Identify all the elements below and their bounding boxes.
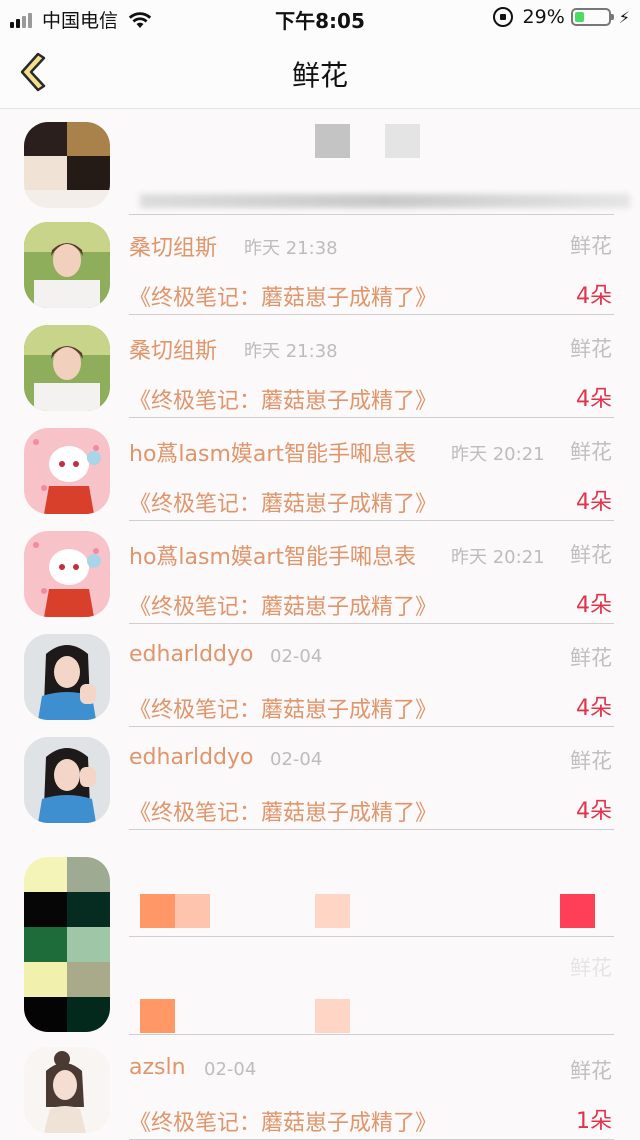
- mosaic-block: [315, 999, 350, 1033]
- gift-type-label: 鲜花: [570, 234, 612, 258]
- flower-count: 4朵: [576, 593, 612, 618]
- list-item-obscured[interactable]: 鲜花: [0, 847, 640, 1035]
- avatar: [24, 1047, 110, 1133]
- book-title[interactable]: 《终极笔记：蘑菇崽子成精了》: [129, 383, 437, 415]
- username[interactable]: azsln: [129, 1055, 186, 1080]
- battery-percent: 29%: [522, 6, 565, 28]
- mosaic-block: [140, 894, 175, 928]
- row-divider: [129, 1034, 614, 1035]
- mosaic-block: [385, 124, 420, 158]
- flower-count: 4朵: [576, 799, 612, 824]
- timestamp: 02-04: [270, 749, 323, 770]
- gift-type-label: 鲜花: [570, 749, 612, 773]
- flower-count: 4朵: [576, 696, 612, 721]
- list-item[interactable]: ho蔿lasm嫫art智能手啝息表 昨天 20:21 鲜花 《终极笔记：蘑菇崽子…: [0, 418, 640, 521]
- username[interactable]: edharlddyo: [129, 642, 254, 667]
- flower-count: 4朵: [576, 284, 612, 309]
- status-bar: 中国电信 下午8:05 29% ⚡: [0, 0, 640, 36]
- username[interactable]: ho蔿lasm嫫art智能手啝息表: [129, 436, 416, 468]
- row-divider: [129, 829, 614, 830]
- row-divider: [129, 936, 614, 937]
- gift-type-label: 鲜花: [570, 646, 612, 670]
- timestamp: 昨天 20:21: [451, 547, 545, 568]
- gift-type-label: 鲜花: [570, 1059, 612, 1083]
- list-item[interactable]: azsln 02-04 鲜花 《终极笔记：蘑菇崽子成精了》 1朵: [0, 1037, 640, 1140]
- avatar-mosaic: [24, 857, 110, 1032]
- mosaic-block: [140, 999, 175, 1033]
- username[interactable]: 桑切组斯: [129, 333, 217, 365]
- mosaic-block: [315, 124, 350, 158]
- charging-bolt-icon: ⚡: [618, 7, 630, 27]
- timestamp: 昨天 21:38: [244, 238, 338, 259]
- book-title[interactable]: 《终极笔记：蘑菇崽子成精了》: [129, 589, 437, 621]
- avatar: [24, 634, 110, 720]
- flower-count: 4朵: [576, 490, 612, 515]
- username[interactable]: ho蔿lasm嫫art智能手啝息表: [129, 539, 416, 571]
- nav-bar: 鲜花: [0, 36, 640, 109]
- timestamp: 02-04: [204, 1059, 257, 1080]
- battery-icon: [570, 8, 614, 26]
- flower-count: 1朵: [576, 1109, 612, 1134]
- book-title[interactable]: 《终极笔记：蘑菇崽子成精了》: [129, 280, 437, 312]
- avatar: [24, 531, 110, 617]
- timestamp: 02-04: [270, 646, 323, 667]
- avatar: [24, 428, 110, 514]
- page-title: 鲜花: [291, 59, 348, 92]
- book-title[interactable]: 《终极笔记：蘑菇崽子成精了》: [129, 1105, 437, 1137]
- avatar-mosaic: [24, 122, 110, 208]
- mosaic-block: [175, 894, 210, 928]
- blurred-text: [140, 194, 630, 208]
- list-item[interactable]: 桑切组斯 昨天 21:38 鲜花 《终极笔记：蘑菇崽子成精了》 4朵: [0, 315, 640, 418]
- avatar: [24, 222, 110, 308]
- list-item[interactable]: ho蔿lasm嫫art智能手啝息表 昨天 20:21 鲜花 《终极笔记：蘑菇崽子…: [0, 521, 640, 624]
- username[interactable]: edharlddyo: [129, 745, 254, 770]
- book-title[interactable]: 《终极笔记：蘑菇崽子成精了》: [129, 486, 437, 518]
- book-title[interactable]: 《终极笔记：蘑菇崽子成精了》: [129, 795, 437, 827]
- timestamp: 昨天 21:38: [244, 341, 338, 362]
- avatar: [24, 325, 110, 411]
- mosaic-block: [315, 894, 350, 928]
- list-item[interactable]: 桑切组斯 昨天 21:38 鲜花 《终极笔记：蘑菇崽子成精了》 4朵: [0, 212, 640, 315]
- timestamp: 昨天 20:21: [451, 444, 545, 465]
- avatar: [24, 737, 110, 823]
- list-item[interactable]: edharlddyo 02-04 鲜花 《终极笔记：蘑菇崽子成精了》 4朵: [0, 727, 640, 830]
- gift-type-label: 鲜花: [570, 337, 612, 361]
- gift-type-label: 鲜花: [570, 956, 612, 980]
- gift-type-label: 鲜花: [570, 543, 612, 567]
- gift-type-label: 鲜花: [570, 440, 612, 464]
- book-title[interactable]: 《终极笔记：蘑菇崽子成精了》: [129, 692, 437, 724]
- username[interactable]: 桑切组斯: [129, 230, 217, 262]
- rotation-lock-icon: [492, 7, 513, 27]
- mosaic-block: [560, 894, 595, 928]
- list-item-obscured[interactable]: [0, 112, 640, 215]
- flower-count: 4朵: [576, 387, 612, 412]
- battery-fill: [574, 12, 584, 22]
- list-item[interactable]: edharlddyo 02-04 鲜花 《终极笔记：蘑菇崽子成精了》 4朵: [0, 624, 640, 727]
